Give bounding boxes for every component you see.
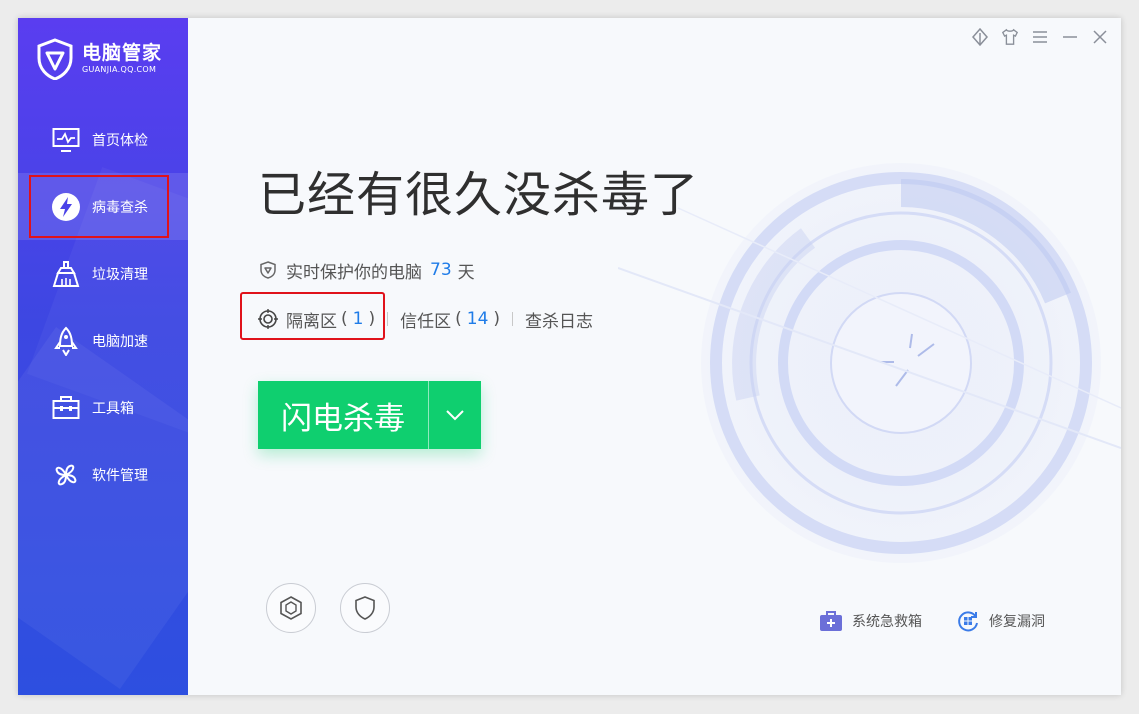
sidebar-item-software-manager[interactable]: 软件管理 <box>18 441 188 508</box>
highlight-box-virus-scan <box>29 175 169 238</box>
protection-days: 73 <box>430 260 452 280</box>
trust-zone-link[interactable]: 信任区 ( 14 ) <box>400 307 500 332</box>
shirt-icon[interactable] <box>1001 28 1019 46</box>
minimize-icon[interactable] <box>1061 28 1079 46</box>
scan-log-link[interactable]: 查杀日志 <box>525 307 593 332</box>
shield-check-icon <box>260 261 276 279</box>
sidebar-item-toolbox[interactable]: 工具箱 <box>18 374 188 441</box>
sidebar-item-home-checkup[interactable]: 首页体检 <box>18 106 188 173</box>
repair-vulnerabilities[interactable]: 修复漏洞 <box>955 609 1045 633</box>
trust-label: 信任区 <box>400 311 452 332</box>
rocket-icon <box>51 326 81 356</box>
sidebar-item-junk-cleanup[interactable]: 垃圾清理 <box>18 240 188 307</box>
trust-count: 14 <box>466 309 489 329</box>
sidebar: 电脑管家 GUANJIA.QQ.COM 首页体检 病毒查杀 垃圾清理 电脑加速 … <box>18 18 188 695</box>
sidebar-item-label: 电脑加速 <box>92 333 148 350</box>
close-icon[interactable] <box>1091 28 1109 46</box>
sidebar-nav: 首页体检 病毒查杀 垃圾清理 电脑加速 工具箱 软件管理 <box>18 106 188 508</box>
sidebar-item-label: 首页体检 <box>92 132 148 149</box>
menu-icon[interactable] <box>1031 28 1049 46</box>
divider <box>512 312 514 326</box>
scan-log-label: 查杀日志 <box>525 311 594 332</box>
skin-icon[interactable] <box>971 28 989 46</box>
guanjia-logo-icon <box>37 38 73 80</box>
monitor-icon <box>51 125 81 155</box>
quick-scan-button-group: 闪电杀毒 <box>258 381 481 449</box>
sidebar-item-speedup[interactable]: 电脑加速 <box>18 307 188 374</box>
settings-hex-icon <box>280 596 302 620</box>
app-title: 电脑管家 <box>82 42 163 64</box>
toolbox-icon <box>51 393 81 423</box>
chevron-down-icon <box>446 410 464 421</box>
highlight-box-quarantine <box>240 292 385 340</box>
settings-button[interactable] <box>266 583 316 633</box>
divider <box>387 312 389 326</box>
protection-label: 实时保护你的电脑 <box>286 262 422 283</box>
apps-icon <box>51 460 81 490</box>
page-headline: 已经有很久没杀毒了 <box>258 167 700 223</box>
quick-scan-button[interactable]: 闪电杀毒 <box>258 381 428 449</box>
tool-label: 系统急救箱 <box>852 614 922 630</box>
repair-icon <box>955 609 981 633</box>
app-window: 电脑管家 GUANJIA.QQ.COM 首页体检 病毒查杀 垃圾清理 电脑加速 … <box>18 18 1121 695</box>
sidebar-item-label: 软件管理 <box>92 467 148 484</box>
sidebar-item-label: 工具箱 <box>92 400 134 417</box>
protection-button[interactable] <box>340 583 390 633</box>
scan-options-dropdown[interactable] <box>429 381 481 449</box>
paren-open: ( <box>455 309 462 329</box>
protection-status: 实时保护你的电脑 73 天 <box>258 258 475 283</box>
sidebar-item-label: 垃圾清理 <box>92 266 148 283</box>
broom-icon <box>51 259 81 289</box>
brand: 电脑管家 GUANJIA.QQ.COM <box>36 36 162 82</box>
shield-icon <box>355 596 375 620</box>
tool-label: 修复漏洞 <box>989 614 1045 630</box>
app-subtitle: GUANJIA.QQ.COM <box>82 65 157 74</box>
system-rescue-kit[interactable]: 系统急救箱 <box>818 609 922 633</box>
first-aid-kit-icon <box>818 609 844 633</box>
protection-unit: 天 <box>457 262 475 283</box>
paren-close: ) <box>493 309 501 329</box>
window-controls <box>971 28 1109 46</box>
